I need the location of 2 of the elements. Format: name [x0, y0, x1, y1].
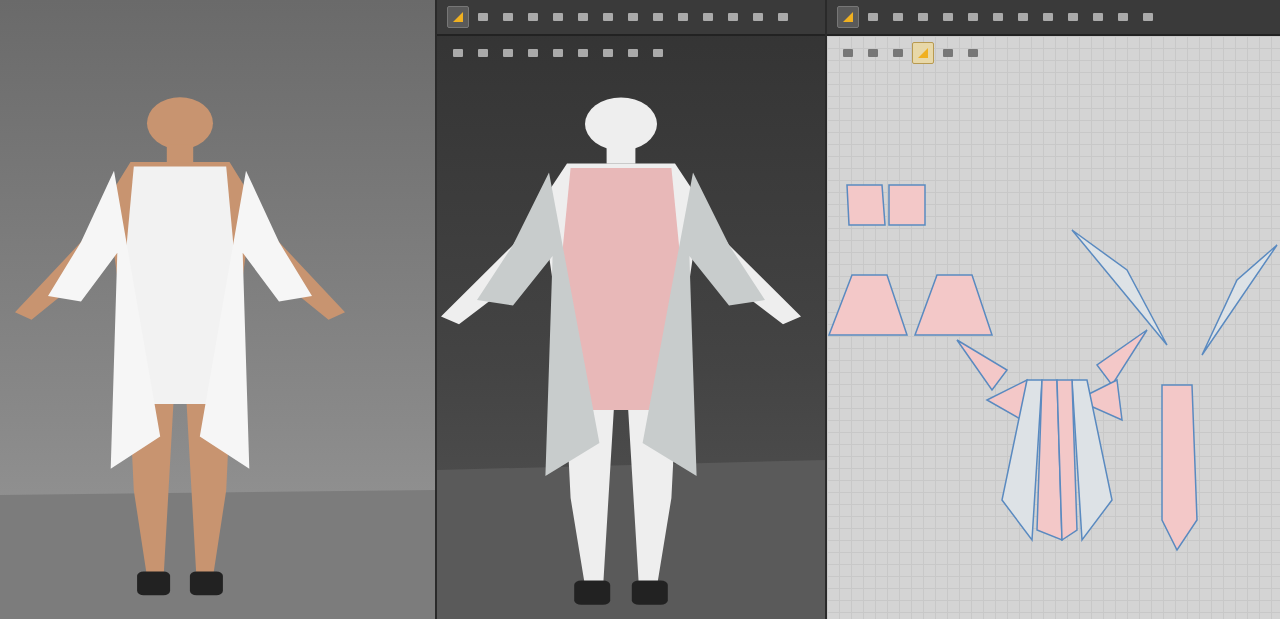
toolbar-button[interactable]	[447, 6, 469, 28]
toolbar-button[interactable]	[837, 6, 859, 28]
